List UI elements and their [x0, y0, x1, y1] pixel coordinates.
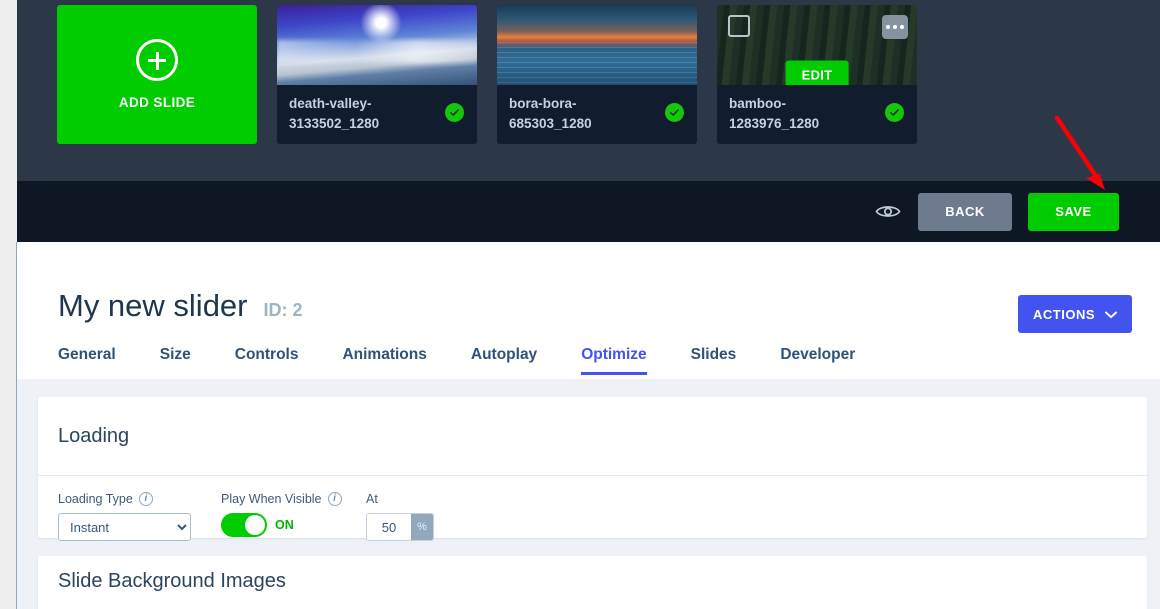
info-icon[interactable]: i — [138, 492, 153, 506]
slide-name: bora-bora-685303_1280 — [509, 96, 592, 131]
slides-row: ADD SLIDE death-valley-3133502_1280 bora… — [57, 5, 917, 144]
toggle-state-label: ON — [275, 518, 294, 532]
slide-thumbnail — [497, 5, 697, 85]
tab-bar: General Size Controls Animations Autopla… — [58, 342, 855, 375]
slider-id-label: ID: 2 — [263, 300, 303, 320]
slide-card[interactable]: death-valley-3133502_1280 — [277, 5, 477, 144]
checkbox-unchecked-icon[interactable] — [728, 15, 750, 37]
page-title: My new slider — [58, 288, 248, 323]
add-slide-button[interactable]: ADD SLIDE — [57, 5, 257, 144]
slide-card[interactable]: bora-bora-685303_1280 — [497, 5, 697, 144]
chevron-down-icon — [1105, 307, 1117, 322]
slides-strip: ADD SLIDE death-valley-3133502_1280 bora… — [17, 0, 1160, 181]
tab-size[interactable]: Size — [160, 342, 191, 375]
tab-controls[interactable]: Controls — [235, 342, 299, 375]
loading-type-select[interactable]: Instant — [58, 513, 191, 541]
settings-body: Loading Loading Type i Instant Play When… — [17, 379, 1160, 609]
check-badge-icon — [665, 103, 684, 122]
title-row: My new slider ID: 2 — [58, 288, 303, 324]
slide-name: death-valley-3133502_1280 — [289, 96, 380, 131]
check-badge-icon — [885, 103, 904, 122]
tab-autoplay[interactable]: Autoplay — [471, 342, 537, 375]
at-field: At % — [366, 492, 486, 541]
editor-toolbar: BACK SAVE — [17, 181, 1160, 242]
tab-general[interactable]: General — [58, 342, 116, 375]
loading-panel-body: Loading Type i Instant Play When Visible… — [38, 476, 1147, 541]
plus-circle-icon — [136, 39, 178, 81]
slider-editor-screen: ADD SLIDE death-valley-3133502_1280 bora… — [0, 0, 1160, 609]
slide-caption: bora-bora-685303_1280 — [497, 85, 697, 144]
toggle-knob — [245, 515, 265, 535]
loading-panel-header: Loading — [38, 397, 1147, 476]
play-when-visible-field: Play When Visible i ON — [221, 492, 366, 537]
tab-slides[interactable]: Slides — [691, 342, 737, 375]
slide-name: bamboo-1283976_1280 — [729, 96, 820, 131]
back-button[interactable]: BACK — [918, 192, 1012, 231]
check-badge-icon — [445, 103, 464, 122]
actions-label: ACTIONS — [1033, 306, 1095, 322]
left-gutter — [0, 0, 17, 609]
slide-thumbnail — [277, 5, 477, 85]
loading-type-label: Loading Type — [58, 492, 133, 506]
loading-panel-title: Loading — [58, 424, 130, 447]
eye-icon[interactable] — [874, 198, 902, 226]
slide-background-images-title: Slide Background Images — [58, 570, 286, 592]
slide-background-images-panel: Slide Background Images — [38, 556, 1147, 609]
at-label: At — [366, 492, 378, 506]
actions-button[interactable]: ACTIONS — [1018, 295, 1132, 333]
loading-type-label-row: Loading Type i — [58, 492, 221, 506]
at-unit-label: % — [411, 514, 433, 540]
slide-card-hovered[interactable]: EDIT bamboo-1283976_1280 — [717, 5, 917, 144]
loading-type-field: Loading Type i Instant — [58, 492, 221, 541]
play-when-visible-label: Play When Visible — [221, 492, 322, 506]
play-when-visible-label-row: Play When Visible i — [221, 492, 366, 506]
tab-animations[interactable]: Animations — [342, 342, 426, 375]
ellipsis-icon[interactable] — [882, 15, 908, 39]
tab-optimize[interactable]: Optimize — [581, 342, 648, 375]
add-slide-label: ADD SLIDE — [118, 95, 196, 110]
slide-caption: death-valley-3133502_1280 — [277, 85, 477, 144]
play-when-visible-toggle[interactable] — [221, 513, 267, 537]
tab-developer[interactable]: Developer — [780, 342, 855, 375]
slide-caption: bamboo-1283976_1280 — [717, 85, 917, 144]
page-header: My new slider ID: 2 General Size Control… — [17, 242, 1160, 379]
at-label-row: At — [366, 492, 486, 506]
slide-background-images-header: Slide Background Images — [38, 556, 1147, 609]
info-icon[interactable]: i — [327, 492, 342, 506]
at-input-wrap: % — [366, 513, 434, 541]
play-when-visible-toggle-row: ON — [221, 513, 366, 537]
save-button[interactable]: SAVE — [1028, 192, 1119, 231]
at-input[interactable] — [367, 514, 411, 540]
loading-panel: Loading Loading Type i Instant Play When… — [38, 397, 1147, 541]
